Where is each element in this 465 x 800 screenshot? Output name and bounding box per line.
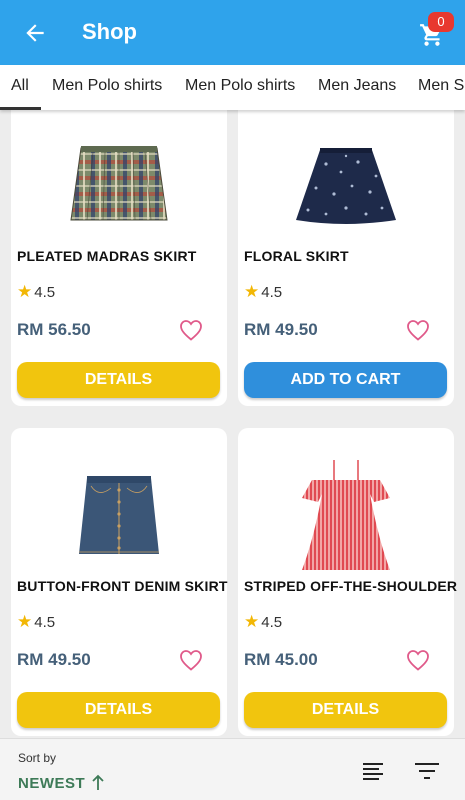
sort-label: Sort by (18, 751, 57, 765)
details-button[interactable]: DETAILS (17, 692, 220, 728)
heart-icon[interactable] (179, 319, 203, 341)
product-price: RM 56.50 (17, 320, 91, 339)
product-rating: ★ 4.5 (17, 612, 56, 631)
page-title: Shop (82, 19, 137, 44)
cart-count-badge: 0 (428, 12, 454, 32)
product-name: BUTTON-FRONT DENIM SKIRT (17, 578, 228, 594)
star-icon: ★ (244, 612, 260, 631)
product-card[interactable]: BUTTON-FRONT DENIM SKIRT ★ 4.5 RM 49.50 D… (11, 428, 227, 736)
product-card[interactable]: PLEATED MADRAS SKIRT ★ 4.5 RM 56.50 DETAI… (11, 110, 227, 406)
add-to-cart-button[interactable]: ADD TO CART (244, 362, 447, 398)
product-card[interactable]: FLORAL SKIRT ★ 4.5 RM 49.50 ADD TO CART (238, 110, 454, 406)
star-icon: ★ (17, 282, 33, 301)
product-name: PLEATED MADRAS SKIRT (17, 248, 197, 264)
tab-men-jeans[interactable]: Men Jeans (318, 65, 396, 110)
tab-men-sh[interactable]: Men Sh (418, 65, 465, 110)
tab-men-polo-shirts[interactable]: Men Polo shirts (52, 65, 162, 110)
product-price: RM 49.50 (17, 650, 91, 669)
product-name: STRIPED OFF-THE-SHOULDER (244, 578, 458, 594)
product-grid: PLEATED MADRAS SKIRT ★ 4.5 RM 56.50 DETAI… (0, 110, 465, 738)
heart-icon[interactable] (406, 649, 430, 671)
product-price: RM 49.50 (244, 320, 318, 339)
product-rating: ★ 4.5 (244, 282, 283, 301)
product-rating: ★ 4.5 (244, 612, 283, 631)
star-icon: ★ (17, 612, 33, 631)
arrow-left-icon[interactable] (22, 20, 48, 46)
category-tabs: All Men Polo shirts Men Polo shirts Men … (0, 65, 465, 110)
star-icon: ★ (244, 282, 260, 301)
tab-all[interactable]: All (0, 65, 41, 110)
product-card[interactable]: STRIPED OFF-THE-SHOULDER ★ 4.5 RM 45.00 D… (238, 428, 458, 736)
list-view-icon[interactable] (362, 761, 384, 781)
heart-icon[interactable] (406, 319, 430, 341)
striped-dress-image (302, 460, 390, 570)
filter-icon[interactable] (414, 761, 440, 781)
product-rating: ★ 4.5 (17, 282, 56, 301)
plaid-skirt-image (70, 146, 168, 221)
tab-men-polo-shirts-2[interactable]: Men Polo shirts (185, 65, 295, 110)
heart-icon[interactable] (179, 649, 203, 671)
floral-skirt-image (296, 148, 396, 224)
product-name: FLORAL SKIRT (244, 248, 349, 264)
product-price: RM 45.00 (244, 650, 318, 669)
details-button[interactable]: DETAILS (17, 362, 220, 398)
sort-bar: Sort by NEWEST (0, 738, 465, 800)
arrow-up-icon[interactable] (90, 774, 106, 792)
denim-skirt-image (79, 476, 159, 554)
app-bar: Shop 0 (0, 0, 465, 65)
details-button[interactable]: DETAILS (244, 692, 447, 728)
sort-value[interactable]: NEWEST (18, 775, 85, 792)
